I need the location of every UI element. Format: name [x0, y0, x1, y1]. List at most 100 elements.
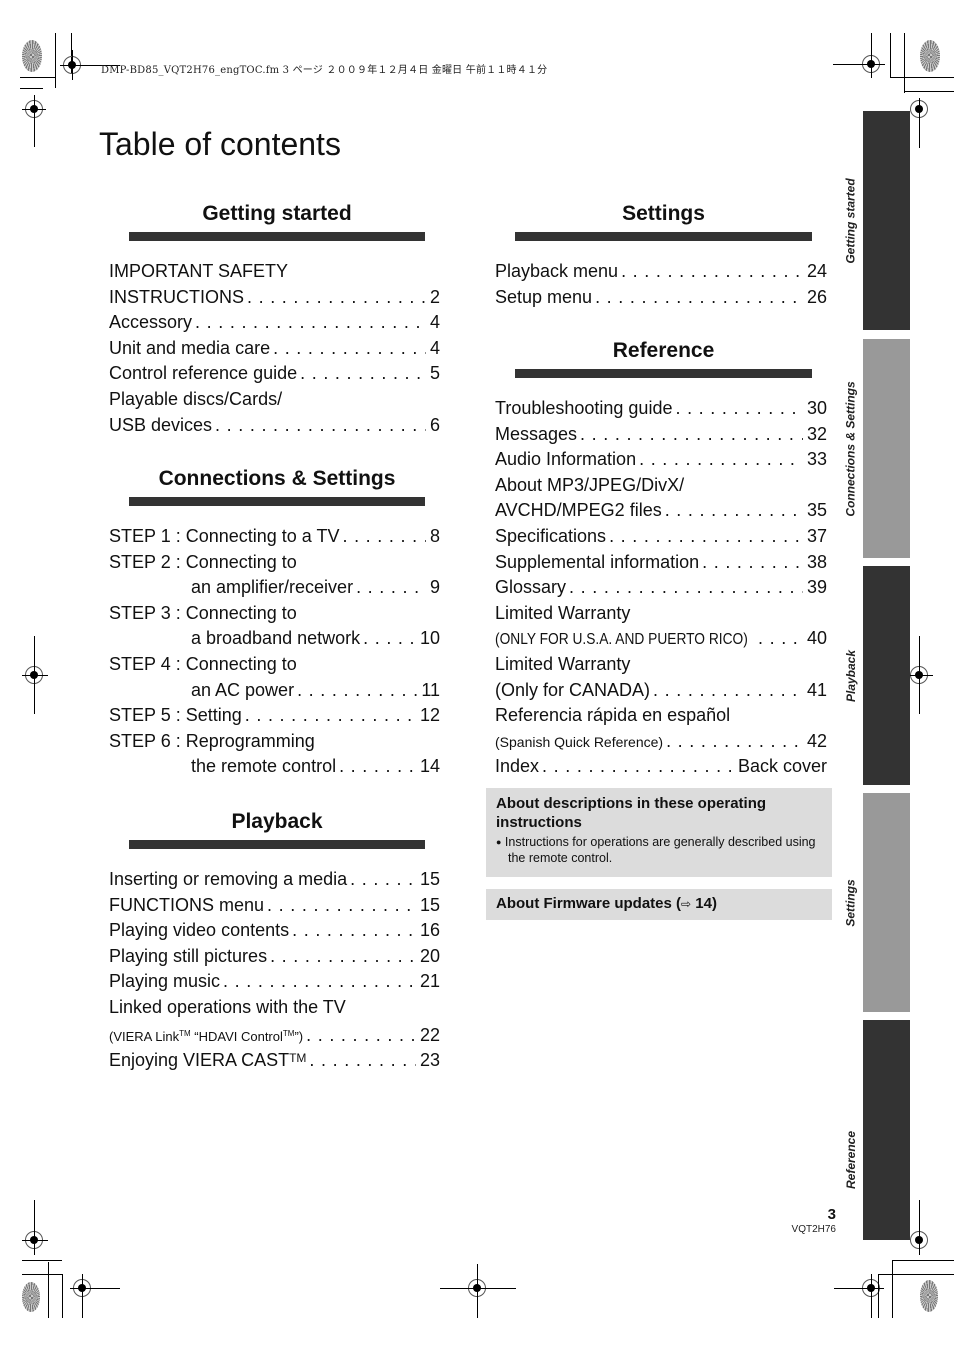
side-tab-reference[interactable]: Reference: [844, 1020, 910, 1240]
toc-entry[interactable]: Accessory4: [109, 310, 440, 336]
crop-line: [904, 91, 954, 92]
registration-dial-icon: [22, 1282, 40, 1312]
toc-entry[interactable]: Control reference guide5: [109, 361, 440, 387]
note-text: ● Instructions for operations are genera…: [496, 835, 816, 865]
print-header: DMP-BD85_VQT2H76_engTOC.fm 3 ページ ２００９年１２…: [101, 65, 548, 76]
page-number: 40: [806, 628, 827, 649]
crop-line: [892, 1260, 893, 1318]
toc-entry[interactable]: Playing music21: [109, 969, 440, 995]
trademark-mark: TM: [179, 1028, 191, 1038]
toc-entry[interactable]: an amplifier/receiver9: [109, 575, 440, 601]
toc-entry[interactable]: (VIERA LinkTM “HDAVI ControlTM”)22: [109, 1021, 440, 1047]
page-number: 24: [806, 261, 827, 281]
toc-entry[interactable]: IndexBack cover: [495, 754, 827, 780]
toc-entry[interactable]: Inserting or removing a media15: [109, 867, 440, 893]
section-title: Settings: [622, 202, 705, 225]
page-number: 32: [806, 423, 827, 444]
side-tab-getting-started[interactable]: Getting started: [844, 111, 910, 330]
toc-entry[interactable]: STEP 4 : Connecting to: [109, 652, 440, 678]
trademark-mark: TM: [289, 1051, 307, 1066]
side-tab-playback[interactable]: Playback: [844, 566, 910, 785]
page-number: 10: [419, 628, 440, 649]
page-number: 8: [429, 526, 440, 546]
registration-dial-icon: [920, 40, 940, 72]
section-title: Playback: [231, 810, 323, 833]
toc-entry[interactable]: the remote control14: [109, 754, 440, 780]
toc-entry[interactable]: Referencia rápida en español: [495, 703, 827, 729]
page-number: 12: [419, 705, 440, 726]
toc-entry[interactable]: Enjoying VIERA CASTTM23: [109, 1046, 440, 1072]
page-number: 11: [421, 679, 440, 700]
toc-entry[interactable]: Linked operations with the TV: [109, 995, 440, 1021]
note-firmware[interactable]: About Firmware updates (⇨ 14): [486, 889, 832, 920]
toc-entry[interactable]: an AC power11: [109, 678, 440, 704]
toc-entry[interactable]: Playing video contents16: [109, 918, 440, 944]
toc-entry[interactable]: Playable discs/Cards/: [109, 387, 440, 413]
registration-dial-icon: [920, 1280, 938, 1312]
toc-entry[interactable]: USB devices6: [109, 413, 440, 439]
page-number: 42: [806, 730, 827, 751]
toc-entry[interactable]: Limited Warranty: [495, 601, 827, 627]
page-number: 21: [419, 971, 440, 992]
section-divider: [129, 232, 425, 241]
section-divider: [129, 497, 425, 506]
toc-entry[interactable]: About MP3/JPEG/DivX/: [495, 473, 827, 499]
toc-entry[interactable]: STEP 2 : Connecting to: [109, 550, 440, 576]
page-number: 22: [419, 1024, 440, 1045]
toc-entry[interactable]: FUNCTIONS menu15: [109, 893, 440, 919]
page-number: 30: [806, 398, 827, 418]
side-tab-settings[interactable]: Settings: [844, 793, 910, 1012]
crop-line: [22, 1274, 62, 1275]
crop-line: [20, 77, 55, 78]
toc-entry[interactable]: Troubleshooting guide30: [495, 396, 827, 422]
toc-entry[interactable]: Playback menu24: [495, 259, 827, 285]
toc-entry[interactable]: Audio Information33: [495, 447, 827, 473]
crop-line: [55, 33, 56, 88]
page-number: 6: [429, 414, 440, 435]
toc-entry[interactable]: STEP 1 : Connecting to a TV8: [109, 524, 440, 550]
page-number: Back cover: [737, 756, 827, 777]
crop-line: [904, 33, 905, 93]
toc-entry[interactable]: Messages32: [495, 422, 827, 448]
crop-line: [878, 1274, 879, 1318]
crop-line: [890, 77, 954, 78]
toc-entry[interactable]: Limited Warranty: [495, 652, 827, 678]
page-number: 2: [429, 286, 440, 307]
crop-line: [48, 1262, 49, 1318]
note-title: About descriptions in these operating in…: [496, 795, 767, 831]
side-tab-connections-settings[interactable]: Connections & Settings: [844, 339, 910, 558]
page-number: 23: [419, 1050, 440, 1071]
page-number: 38: [806, 551, 827, 572]
toc-entry[interactable]: IMPORTANT SAFETY: [109, 259, 440, 285]
crop-line: [878, 1274, 954, 1275]
toc-entry[interactable]: Glossary39: [495, 575, 827, 601]
page-number: 14: [419, 756, 440, 777]
toc-entry[interactable]: STEP 3 : Connecting to: [109, 601, 440, 627]
page-number: 16: [419, 920, 440, 941]
toc-entry[interactable]: INSTRUCTIONS2: [109, 285, 440, 311]
page-number: 37: [806, 525, 827, 546]
toc-entry[interactable]: Playing still pictures20: [109, 944, 440, 970]
toc-entry[interactable]: AVCHD/MPEG2 files35: [495, 498, 827, 524]
toc-entry[interactable]: (ONLY FOR U.S.A. AND PUERTO RICO)40: [495, 626, 827, 652]
toc-entry[interactable]: STEP 5 : Setting12: [109, 703, 440, 729]
crop-line: [20, 88, 43, 89]
toc-entry[interactable]: (Only for CANADA)41: [495, 678, 827, 704]
section-settings: Settings Playback menu24 Setup menu26: [495, 201, 827, 310]
toc-entry[interactable]: Unit and media care4: [109, 336, 440, 362]
toc-entry[interactable]: Setup menu26: [495, 285, 827, 311]
page-number: 20: [419, 945, 440, 966]
section-playback: Playback Inserting or removing a media15…: [109, 809, 440, 1072]
toc-entry[interactable]: Supplemental information38: [495, 550, 827, 576]
note-title: About Firmware updates (⇨ 14): [496, 895, 717, 912]
toc-entry[interactable]: (Spanish Quick Reference)42: [495, 729, 827, 755]
toc-entry[interactable]: STEP 6 : Reprogramming: [109, 729, 440, 755]
section-divider: [515, 232, 812, 241]
page-number: 33: [806, 449, 827, 470]
page-number: 4: [429, 337, 440, 358]
crop-line: [22, 1260, 62, 1261]
toc-entry[interactable]: a broadband network10: [109, 626, 440, 652]
section-title: Connections & Settings: [158, 467, 396, 490]
section-divider: [129, 840, 425, 849]
toc-entry[interactable]: Specifications37: [495, 524, 827, 550]
